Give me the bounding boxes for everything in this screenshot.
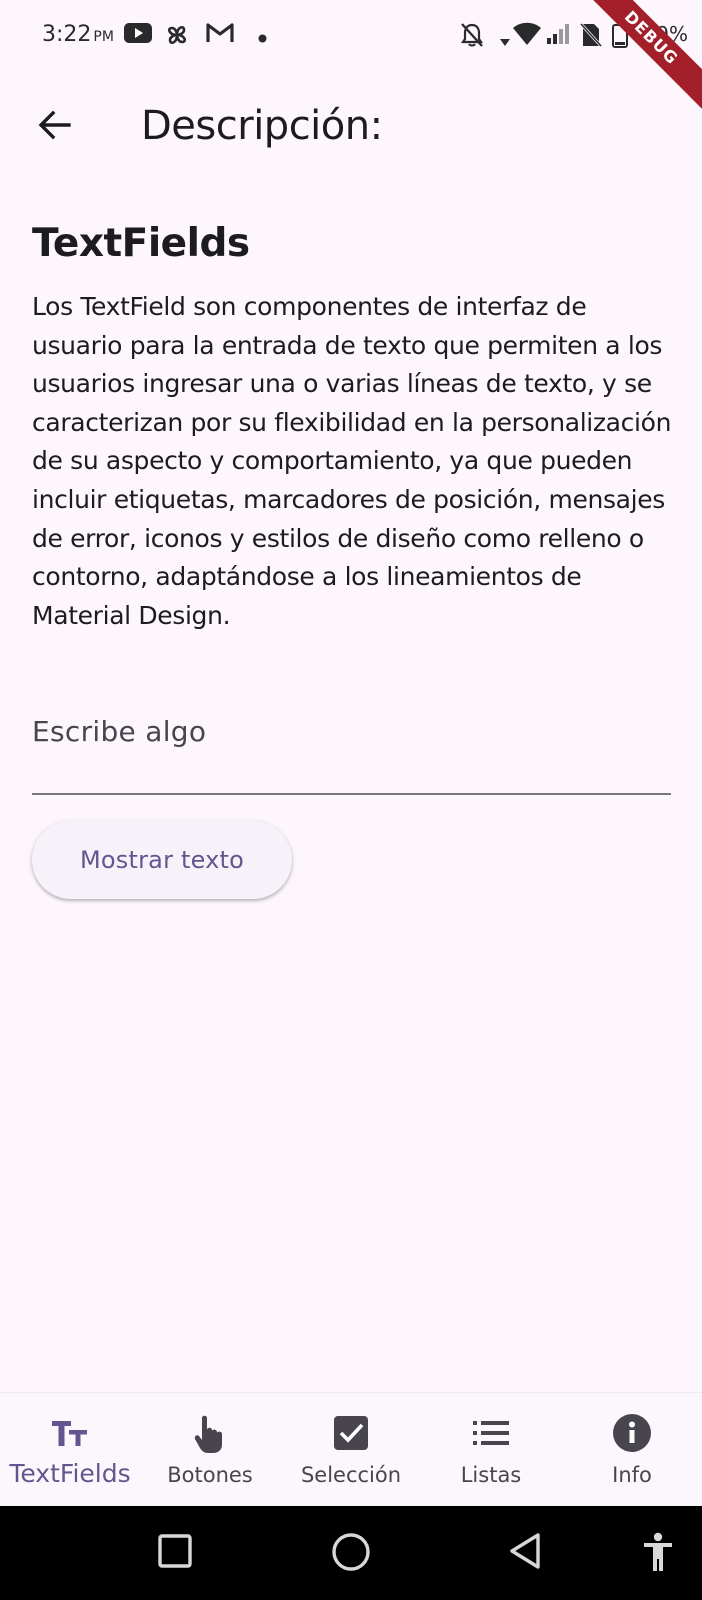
- info-icon: [612, 1413, 652, 1453]
- page-title: Descripción:: [141, 103, 383, 149]
- system-navigation-bar: [0, 1506, 702, 1600]
- touch-icon: [190, 1413, 230, 1453]
- description-text: Los TextField son componentes de interfa…: [32, 292, 672, 630]
- nav-label-textfields: TextFields: [9, 1459, 131, 1488]
- signal-icon: [546, 22, 572, 51]
- notification-dot-icon: [258, 30, 267, 48]
- section-heading: TextFields: [32, 221, 250, 266]
- home-icon[interactable]: [331, 1532, 371, 1577]
- text-fields-icon: [50, 1413, 90, 1453]
- nav-item-listas[interactable]: Listas: [421, 1393, 561, 1507]
- status-bar: 3:22 PM 9% DEBUG: [0, 0, 702, 116]
- back-button[interactable]: [30, 102, 80, 152]
- wifi-icon: [512, 22, 542, 51]
- gmail-icon: [206, 22, 234, 49]
- mute-icon: [460, 22, 484, 53]
- status-time-ampm: PM: [93, 29, 114, 45]
- back-icon[interactable]: [508, 1532, 542, 1575]
- app-bar: Descripción:: [0, 80, 702, 176]
- text-input-field[interactable]: Escribe algo: [32, 695, 671, 795]
- no-sim-icon: [579, 22, 603, 53]
- nav-label-botones: Botones: [167, 1463, 253, 1487]
- youtube-icon: [124, 22, 152, 49]
- status-time: 3:22 PM: [42, 22, 114, 47]
- pinwheel-icon: [164, 22, 190, 53]
- accessibility-icon[interactable]: [642, 1532, 674, 1577]
- checkbox-icon: [331, 1413, 371, 1453]
- nav-item-textfields[interactable]: TextFields: [0, 1393, 140, 1507]
- arrow-back-icon: [38, 110, 72, 145]
- list-icon: [471, 1413, 511, 1453]
- nav-label-listas: Listas: [460, 1463, 522, 1487]
- nav-item-seleccion[interactable]: Selección: [281, 1393, 421, 1507]
- nav-label-seleccion: Selección: [300, 1463, 402, 1487]
- text-input-placeholder: Escribe algo: [32, 715, 207, 748]
- wifi-arrows-icon: [500, 34, 510, 52]
- recents-icon[interactable]: [158, 1534, 192, 1573]
- bottom-navigation: TextFields Botones Selección Listas Info: [0, 1392, 702, 1507]
- nav-label-info: Info: [612, 1463, 652, 1487]
- status-time-value: 3:22: [42, 22, 92, 47]
- nav-item-botones[interactable]: Botones: [140, 1393, 280, 1507]
- nav-item-info[interactable]: Info: [562, 1393, 702, 1507]
- show-text-button[interactable]: Mostrar texto: [32, 821, 292, 899]
- main-content: TextFields Los TextField son componentes…: [32, 214, 672, 635]
